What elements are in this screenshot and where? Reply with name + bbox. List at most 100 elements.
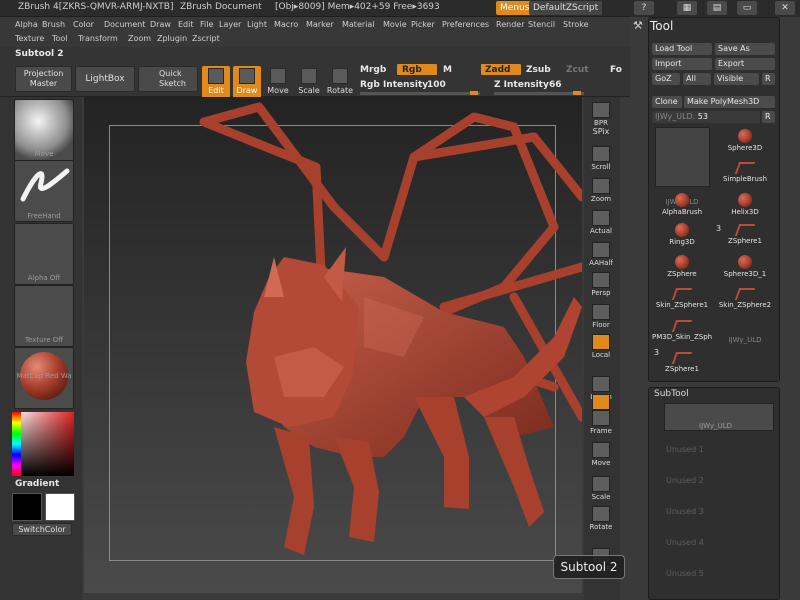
current-tool-name[interactable]: IJWy_ULD. 53 <box>652 111 760 123</box>
save-as-button[interactable]: Save As <box>715 43 775 55</box>
quick-sketch-button[interactable]: Quick Sketch <box>138 66 198 92</box>
menu-alpha[interactable]: Alpha <box>15 20 38 29</box>
export-button[interactable]: Export <box>715 58 775 70</box>
menu-zscript[interactable]: Zscript <box>192 34 220 43</box>
view-move-button[interactable]: Move <box>587 441 615 471</box>
menu-edit[interactable]: Edit <box>178 20 194 29</box>
rgb-button[interactable]: Rgb <box>402 65 422 75</box>
gradient-label[interactable]: Gradient <box>15 479 59 489</box>
active-tool-preview[interactable] <box>655 127 710 187</box>
view-rotate-button[interactable]: Rotate <box>587 505 615 535</box>
view-persp-button[interactable]: Persp <box>587 271 615 301</box>
view-actual-button[interactable]: Actual <box>587 209 615 239</box>
all-button[interactable]: All <box>683 73 711 85</box>
menus-button[interactable]: Menus <box>496 1 534 15</box>
import-button[interactable]: Import <box>652 58 712 70</box>
subtool-slot[interactable]: Unused 1 <box>666 445 704 454</box>
tool-item[interactable]: ZSphere <box>652 254 712 285</box>
view-aahalf-button[interactable]: AAHalf <box>587 241 615 271</box>
menu-transform[interactable]: Transform <box>78 34 118 43</box>
lightbox-button[interactable]: LightBox <box>75 66 135 92</box>
view-local-button[interactable]: Local <box>587 333 615 363</box>
tool-item[interactable]: ZSphere1 <box>715 222 775 253</box>
tool-item[interactable]: Skin_ZSphere2 <box>715 286 775 317</box>
switchcolor-button[interactable]: SwitchColor <box>12 523 72 536</box>
menu-stencil[interactable]: Stencil <box>528 20 555 29</box>
menu-draw[interactable]: Draw <box>150 20 171 29</box>
menu-zoom[interactable]: Zoom <box>128 34 151 43</box>
menu-document[interactable]: Document <box>104 20 145 29</box>
tool-item[interactable]: Skin_ZSphere1 <box>652 286 712 317</box>
menu-color[interactable]: Color <box>73 20 94 29</box>
z-intensity-value[interactable]: 66 <box>549 80 562 90</box>
zcut-button[interactable]: Zcut <box>566 65 589 75</box>
zsub-button[interactable]: Zsub <box>526 65 551 75</box>
view-spix-button[interactable]: SPix <box>587 127 615 141</box>
menu-tool[interactable]: Tool <box>52 34 68 43</box>
z-intensity-knob[interactable] <box>573 91 581 95</box>
close-icon[interactable]: ✕ <box>775 1 795 15</box>
color-picker[interactable] <box>12 412 74 476</box>
zadd-button[interactable]: Zadd <box>485 65 510 75</box>
tool-item[interactable]: AlphaBrush <box>652 192 712 223</box>
default-zscript-button[interactable]: DefaultZScript <box>529 1 603 15</box>
mrgb-button[interactable]: Mrgb <box>360 65 386 75</box>
z-intensity-slider[interactable] <box>494 92 584 95</box>
view-frame-button[interactable]: Frame <box>587 409 615 439</box>
projection-master-button[interactable]: Projection Master <box>15 66 72 92</box>
menu-stroke[interactable]: Stroke <box>563 20 589 29</box>
menu-material[interactable]: Material <box>342 20 375 29</box>
active-subtool-row[interactable]: IJWy_ULD <box>664 403 774 431</box>
menu-zplugin[interactable]: Zplugin <box>157 34 187 43</box>
view-zoom-button[interactable]: Zoom <box>587 177 615 207</box>
subtool-slot[interactable]: Unused 5 <box>666 569 704 578</box>
menu-preferences[interactable]: Preferences <box>442 20 489 29</box>
m-button[interactable]: M <box>443 65 452 75</box>
subtool-title[interactable]: SubTool <box>654 389 689 399</box>
make-polymesh-button[interactable]: Make PolyMesh3D <box>684 96 775 108</box>
view-floor-button[interactable]: Floor <box>587 303 615 333</box>
view-scroll-button[interactable]: Scroll <box>587 145 615 175</box>
clone-button[interactable]: Clone <box>652 96 682 108</box>
hue-strip[interactable] <box>12 412 21 476</box>
tool-item[interactable]: Sphere3D <box>715 128 775 159</box>
rgb-intensity-knob[interactable] <box>470 91 478 95</box>
visible-button[interactable]: Visible <box>714 73 759 85</box>
refresh-button[interactable]: R <box>762 73 775 85</box>
tool-item[interactable]: SimpleBrush <box>715 160 775 191</box>
tool-r-button[interactable]: R <box>762 111 775 123</box>
tool-item[interactable]: PM3D_Skin_ZSph <box>652 318 712 349</box>
tool-item[interactable]: ZSphere1 <box>652 350 712 381</box>
view-scale-button[interactable]: Scale <box>587 475 615 505</box>
tool-item[interactable]: IJWy_ULD <box>715 318 775 349</box>
tool-palette-title[interactable]: Tool <box>650 19 673 33</box>
help-icon[interactable]: ? <box>634 1 654 15</box>
menu-file[interactable]: File <box>200 20 213 29</box>
canvas-viewport[interactable] <box>84 97 582 593</box>
minimize-icon[interactable]: ▭ <box>737 1 757 15</box>
menu-marker[interactable]: Marker <box>306 20 334 29</box>
rgb-intensity-value[interactable]: 100 <box>427 80 446 90</box>
layout-icon[interactable]: ▦ <box>677 1 697 15</box>
tool-item[interactable]: Sphere3D_1 <box>715 254 775 285</box>
tool-item[interactable]: Helix3D <box>715 192 775 223</box>
menu-light[interactable]: Light <box>247 20 267 29</box>
menu-render[interactable]: Render <box>496 20 524 29</box>
menu-layer[interactable]: Layer <box>219 20 241 29</box>
subtool-popup: Subtool 2 <box>553 555 625 579</box>
menu-brush[interactable]: Brush <box>42 20 65 29</box>
load-tool-button[interactable]: Load Tool <box>652 43 712 55</box>
subtool-slot[interactable]: Unused 2 <box>666 476 704 485</box>
save-ui-icon[interactable]: ▤ <box>707 1 727 15</box>
secondary-color-swatch[interactable] <box>12 493 42 521</box>
menu-macro[interactable]: Macro <box>274 20 298 29</box>
menu-texture[interactable]: Texture <box>15 34 44 43</box>
main-color-swatch[interactable] <box>45 493 75 521</box>
menu-picker[interactable]: Picker <box>411 20 435 29</box>
subtool-slot[interactable]: Unused 3 <box>666 507 704 516</box>
menu-movie[interactable]: Movie <box>383 20 407 29</box>
tool-item[interactable]: Ring3D <box>652 222 712 253</box>
goz-button[interactable]: GoZ <box>652 73 680 85</box>
subtool-slot[interactable]: Unused 4 <box>666 538 704 547</box>
rgb-intensity-slider[interactable] <box>360 92 480 95</box>
